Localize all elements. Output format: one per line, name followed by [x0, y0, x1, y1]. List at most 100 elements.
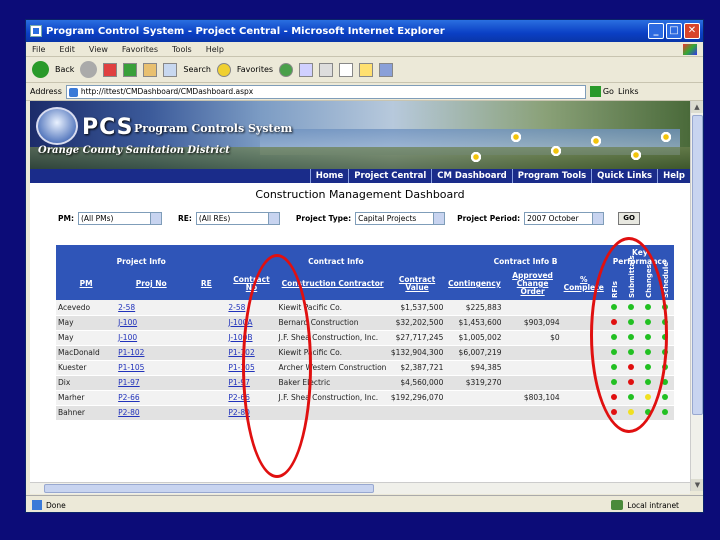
menu-favorites[interactable]: Favorites: [122, 45, 158, 54]
favorites-star-icon[interactable]: [216, 62, 231, 77]
cell-pm: Marher: [56, 390, 117, 406]
cell-pm: MacDonald: [56, 345, 117, 361]
daisy-image: [660, 131, 672, 143]
cell-pm: Bahner: [56, 405, 117, 421]
cell-proj-no[interactable]: J-100: [116, 330, 187, 346]
menu-help[interactable]: Help: [206, 45, 224, 54]
stop-icon[interactable]: [103, 62, 118, 77]
cell-approved-co: [503, 345, 562, 361]
cell-pct-complete: [561, 405, 606, 421]
group-header-project-info: Project Info: [56, 245, 227, 268]
cell-proj-no[interactable]: P1-105: [116, 360, 187, 376]
table-body: Acevedo 2-58 2-58 Kiewit Pacific Co. $1,537,…: [56, 300, 674, 421]
cell-proj-no[interactable]: P1-102: [116, 345, 187, 361]
cell-contingency: $94,385: [445, 360, 504, 376]
highlight-oval-contract-no: [242, 254, 312, 478]
scroll-thumb[interactable]: [692, 115, 703, 415]
status-dot-icon: [662, 393, 669, 400]
project-type-select[interactable]: Capital Projects: [355, 211, 446, 225]
pcs-logo-text: PCS: [82, 115, 134, 140]
table-row: Kuester P1-105 P1-105 Archer Western Constr…: [56, 360, 674, 376]
table-row: Bahner P2-80 P2-80: [56, 405, 674, 421]
col-header-approved-co[interactable]: Approved Change Order: [503, 268, 562, 300]
cell-proj-no[interactable]: 2-58: [116, 300, 187, 316]
project-period-select[interactable]: 2007 October: [524, 211, 605, 225]
back-arrow-icon[interactable]: [32, 61, 49, 78]
page-content: PCS Program Controls System Orange Count…: [30, 101, 690, 491]
scroll-up-icon[interactable]: ▲: [691, 101, 703, 113]
close-button[interactable]: ✕: [684, 23, 700, 39]
col-header-re[interactable]: RE: [186, 268, 227, 300]
pm-filter-label: PM:: [58, 213, 74, 223]
cell-contract-value: $27,717,245: [388, 330, 446, 346]
table-row: May J-100 J-100B J.F. Shea Construction, In…: [56, 330, 674, 346]
cell-pm: Dix: [56, 375, 117, 391]
go-filter-button[interactable]: GO: [618, 211, 641, 225]
col-header-contract-value[interactable]: Contract Value: [388, 268, 446, 300]
folder-icon[interactable]: [359, 62, 374, 77]
scroll-down-icon[interactable]: ▼: [691, 479, 703, 491]
search-label[interactable]: Search: [183, 65, 210, 74]
cell-proj-no[interactable]: P2-80: [116, 405, 187, 421]
messenger-icon[interactable]: [379, 62, 394, 77]
edit-icon[interactable]: [339, 62, 354, 77]
forward-arrow-icon[interactable]: [80, 61, 98, 78]
refresh-icon[interactable]: [123, 62, 138, 77]
menu-edit[interactable]: Edit: [59, 45, 75, 54]
menu-view[interactable]: View: [89, 45, 108, 54]
nav-cm-dashboard[interactable]: CM Dashboard: [431, 169, 512, 183]
cell-proj-no[interactable]: P2-66: [116, 390, 187, 406]
nav-quick-links[interactable]: Quick Links: [591, 169, 657, 183]
col-header-proj-no[interactable]: Proj No: [116, 268, 187, 300]
nav-program-tools[interactable]: Program Tools: [511, 169, 591, 183]
menu-file[interactable]: File: [32, 45, 45, 54]
vertical-scrollbar[interactable]: ▲ ▼: [690, 101, 703, 491]
cell-proj-no[interactable]: J-100: [116, 315, 187, 331]
mail-icon[interactable]: [299, 62, 314, 77]
project-period-label: Project Period:: [457, 213, 521, 223]
nav-project-central[interactable]: Project Central: [348, 169, 431, 183]
re-select[interactable]: (All REs): [195, 211, 280, 225]
nav-home[interactable]: Home: [309, 169, 349, 183]
favorites-label[interactable]: Favorites: [237, 65, 273, 74]
cell-contingency: $225,883: [445, 300, 504, 316]
window-title: Program Control System - Project Central…: [46, 25, 445, 37]
cell-pm: Kuester: [56, 360, 117, 376]
media-icon[interactable]: [279, 62, 294, 77]
go-button[interactable]: Go: [589, 86, 614, 97]
browser-window: Program Control System - Project Central…: [25, 19, 704, 513]
cell-pm: Acevedo: [56, 300, 117, 316]
slide-background: Program Control System - Project Central…: [0, 0, 720, 540]
col-header-contingency[interactable]: Contingency: [445, 268, 504, 300]
menu-tools[interactable]: Tools: [172, 45, 192, 54]
title-bar: Program Control System - Project Central…: [26, 20, 703, 42]
windows-flag-icon: [683, 43, 697, 55]
zone-indicator: Local intranet: [611, 500, 679, 510]
hscroll-thumb[interactable]: [44, 484, 374, 493]
address-label: Address: [30, 87, 62, 96]
minimize-button[interactable]: _: [648, 23, 664, 39]
zone-label: Local intranet: [627, 500, 679, 510]
cell-approved-co: [503, 375, 562, 391]
horizontal-scrollbar[interactable]: [30, 482, 690, 494]
back-label[interactable]: Back: [55, 65, 74, 74]
page-title: Construction Management Dashboard: [255, 188, 465, 201]
col-header-pm[interactable]: PM: [56, 268, 117, 300]
print-icon[interactable]: [319, 62, 334, 77]
links-label[interactable]: Links: [618, 87, 639, 96]
cell-contract-value: $32,202,500: [388, 315, 446, 331]
go-label: Go: [602, 87, 614, 96]
maximize-button[interactable]: □: [666, 23, 682, 39]
pm-select[interactable]: (All PMs): [77, 211, 162, 225]
status-bar: Done Local intranet: [26, 495, 703, 512]
go-arrow-icon: [589, 86, 601, 97]
home-icon[interactable]: [143, 62, 158, 77]
cell-proj-no[interactable]: P1-97: [116, 375, 187, 391]
page-done-icon: [32, 500, 42, 510]
search-icon[interactable]: [163, 62, 178, 77]
cell-contingency: $1,005,002: [445, 330, 504, 346]
address-input[interactable]: http://ittest/CMDashboard/CMDashboard.as…: [65, 84, 586, 99]
daisy-image: [470, 151, 482, 163]
cell-re: [186, 360, 227, 376]
nav-help[interactable]: Help: [657, 169, 690, 183]
